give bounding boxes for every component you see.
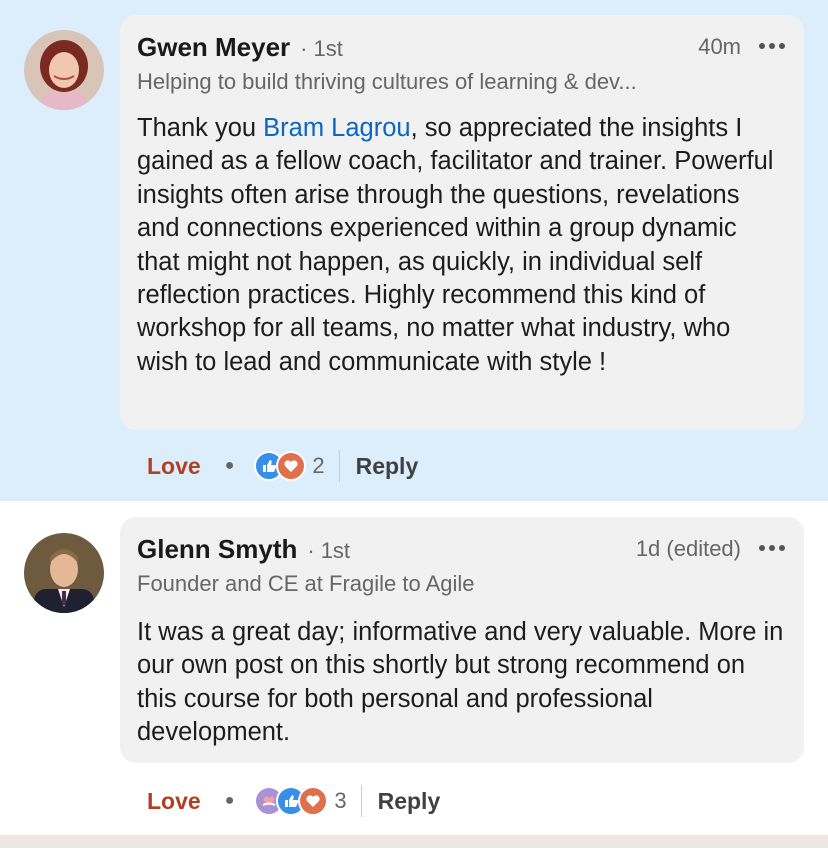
author-headline: Helping to build thriving cultures of le… [137,69,637,94]
connection-degree: 1st [313,36,343,61]
separator-dot: ● [224,792,235,809]
connection-degree: 1st [320,538,351,563]
comment-glenn-smyth: Glenn Smyth · 1st 1d (edited) Founder and … [0,501,828,835]
love-icon [276,451,307,481]
separator-dot: ● [224,457,235,474]
separator-dot: · [307,538,315,563]
reply-button[interactable]: Reply [356,453,419,480]
love-button[interactable]: Love [147,788,201,815]
timestamp: 40m [698,34,741,59]
more-options-icon[interactable] [759,545,787,553]
reactions-summary[interactable]: 2 [254,451,325,481]
divider [360,785,362,817]
comment-text-start: Thank you [137,114,264,142]
comment-bubble: Gwen Meyer · 1st 40m Helping to build thri… [120,15,804,430]
separator-dot: · [300,36,308,61]
author-headline: Founder and CE at Fragile to Agile [137,571,475,596]
reaction-count: 3 [334,788,347,813]
love-icon [298,786,329,816]
avatar[interactable] [24,533,104,613]
mention-link[interactable]: Bram Lagrou [263,114,410,142]
comment-gwen-meyer: Gwen Meyer · 1st 40m Helping to build thri… [0,0,828,501]
timestamp: 1d (edited) [635,536,741,561]
more-options-icon[interactable] [759,43,787,51]
avatar[interactable] [24,30,104,110]
comment-text-rest: , so appreciated the insights I gained a… [137,114,774,376]
comment-bubble: Glenn Smyth · 1st 1d (edited) Founder and … [120,517,804,763]
divider [338,450,340,482]
section-divider [0,835,828,848]
comment-actions: Love ● 2 Reply [147,446,418,486]
reactions-summary[interactable]: 3 [254,786,347,816]
comment-text: Thank you Bram Lagrou, so appreciated th… [137,112,784,379]
reply-button[interactable]: Reply [378,788,441,815]
author-name[interactable]: Glenn Smyth [137,534,297,564]
comment-actions: Love ● 3 Reply [147,781,440,821]
author-name[interactable]: Gwen Meyer [137,32,290,62]
reaction-count: 2 [312,453,325,478]
love-button[interactable]: Love [147,453,201,480]
comment-text: It was a great day; informative and very… [137,618,784,747]
